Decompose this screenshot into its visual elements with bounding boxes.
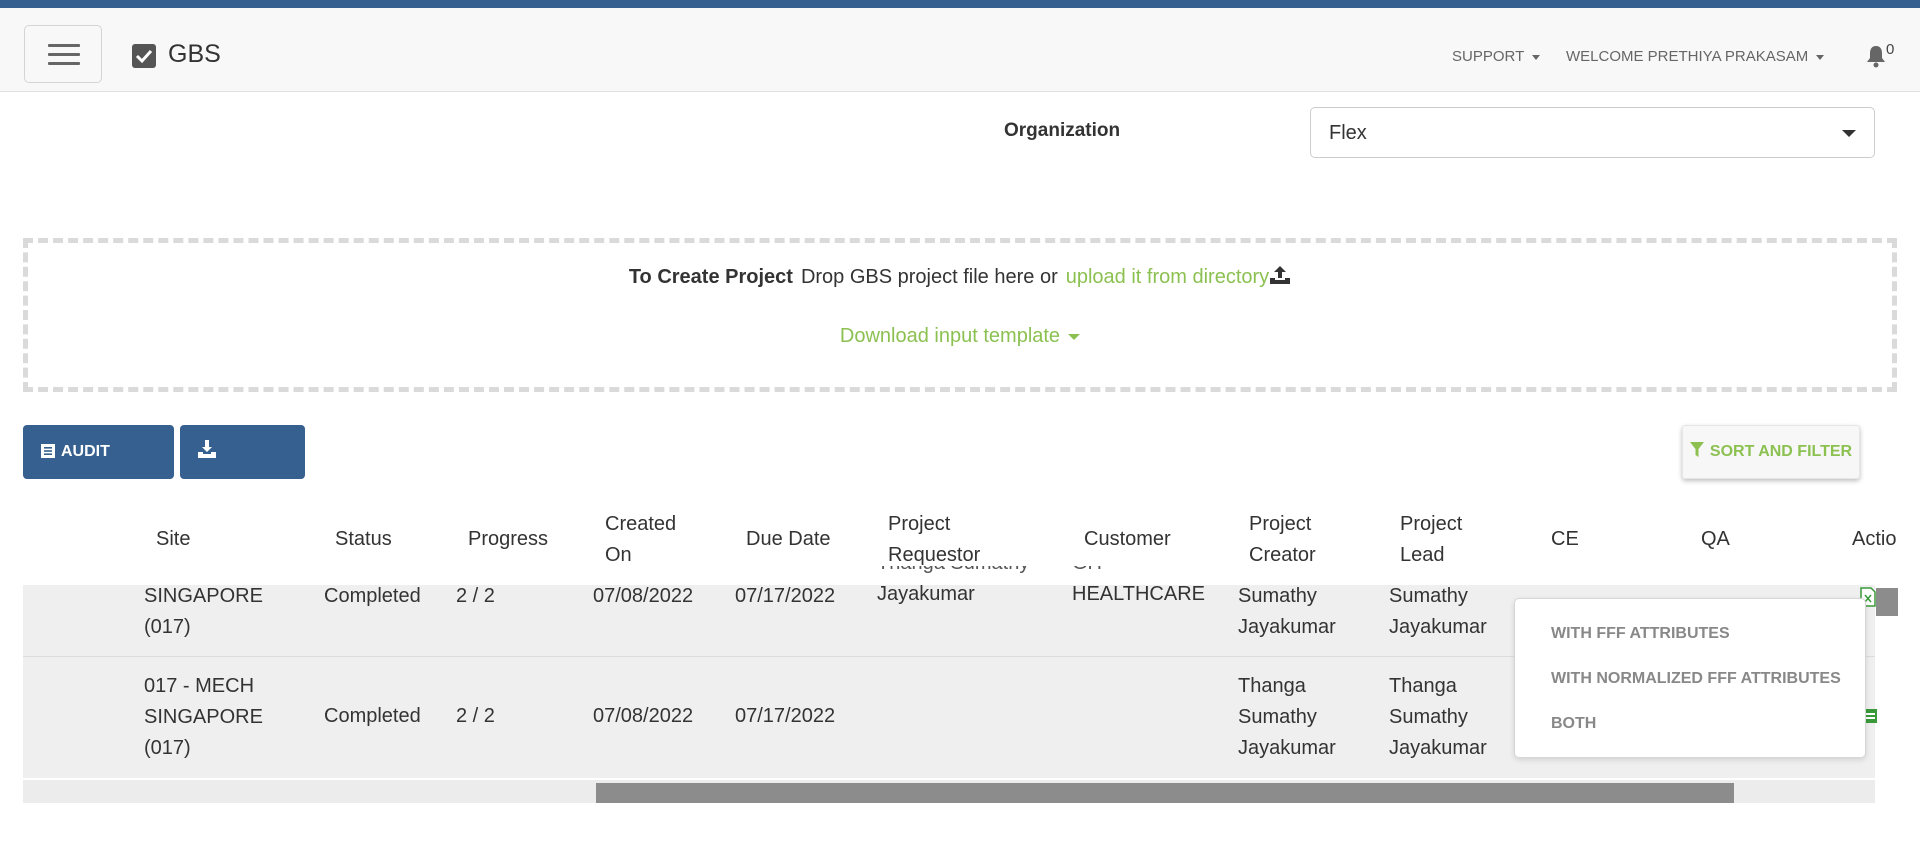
list-icon <box>41 444 55 458</box>
upload-link[interactable]: upload it from directory <box>1066 266 1269 288</box>
sort-filter-button[interactable]: SORT AND FILTER <box>1682 425 1860 479</box>
chevron-down-icon <box>1842 130 1856 137</box>
organization-label: Organization <box>1004 120 1121 141</box>
brand-name[interactable]: GBS <box>168 40 221 69</box>
column-header-action: Actio <box>1852 528 1897 550</box>
export-button[interactable]: EXPORT <box>180 425 305 514</box>
menu-toggle-button[interactable] <box>24 25 102 83</box>
cell-customer: GH HEALTHCARE <box>1072 566 1205 605</box>
column-header-customer[interactable]: Customer <box>1084 524 1171 555</box>
cell-project-requestor: Thanga Sumathy Jayakumar <box>877 566 1029 605</box>
notification-count: 0 <box>1886 41 1895 58</box>
menu-icon <box>48 44 80 47</box>
cell-status: Completed <box>324 585 421 607</box>
cell-site: 017 - MECH SINGAPORE (017) <box>144 675 263 759</box>
upload-icon[interactable] <box>1269 265 1291 285</box>
column-header-due-date[interactable]: Due Date <box>746 524 831 555</box>
organization-select[interactable]: Flex <box>1310 107 1875 158</box>
cell-project-creator: Sumathy Jayakumar <box>1238 585 1336 638</box>
menu-item-with-fff-attributes[interactable]: WITH FFF ATTRIBUTES <box>1551 625 1730 643</box>
cell-project-creator: Thanga Sumathy Jayakumar <box>1238 675 1336 759</box>
horizontal-scrollbar-thumb[interactable] <box>596 783 1734 803</box>
column-header-ce[interactable]: CE <box>1551 524 1579 555</box>
dropzone-heading: To Create Project <box>628 266 793 288</box>
chevron-down-icon <box>1816 54 1825 60</box>
project-dropzone[interactable]: To Create Project Drop GBS project file h… <box>23 238 1897 392</box>
column-header-qa[interactable]: QA <box>1701 524 1730 555</box>
cell-project-lead: Sumathy Jayakumar <box>1389 585 1487 638</box>
cell-created-on: 07/08/2022 <box>593 585 694 607</box>
audit-trail-button[interactable]: AUDIT TRAIL <box>23 425 174 514</box>
column-header-project-creator[interactable]: Project Creator <box>1249 509 1316 571</box>
cell-project-lead: Thanga Sumathy Jayakumar <box>1389 675 1487 759</box>
dropzone-text: Drop GBS project file here or <box>800 266 1058 288</box>
vertical-scrollbar-thumb[interactable] <box>1876 588 1898 616</box>
cell-due-date: 07/17/2022 <box>735 705 836 727</box>
download-template-link[interactable]: Download input template <box>28 325 1892 348</box>
top-accent-bar <box>0 0 1920 8</box>
check-square-icon <box>132 44 156 68</box>
column-header-project-lead[interactable]: Project Lead <box>1400 509 1462 571</box>
navbar: GBS SUPPORT WELCOME PRETHIYA PRAKASAM 0 <box>0 8 1920 92</box>
support-menu[interactable]: SUPPORT <box>1452 48 1541 65</box>
bell-icon[interactable] <box>1864 44 1888 68</box>
menu-item-both[interactable]: BOTH <box>1551 715 1596 733</box>
cell-progress: 2 / 2 <box>456 585 495 607</box>
organization-value: Flex <box>1329 122 1367 144</box>
cell-status: Completed <box>324 705 421 727</box>
column-header-created-on[interactable]: Created On <box>605 509 676 571</box>
filter-icon <box>1689 442 1704 457</box>
column-header-project-requestor[interactable]: Project Requestor <box>888 509 980 571</box>
cell-site: SINGAPORE (017) <box>144 585 263 638</box>
menu-item-with-normalized-fff-attributes[interactable]: WITH NORMALIZED FFF ATTRIBUTES <box>1551 670 1841 688</box>
column-header-status[interactable]: Status <box>335 524 392 555</box>
column-header-progress[interactable]: Progress <box>468 524 548 555</box>
cell-created-on: 07/08/2022 <box>593 705 694 727</box>
cell-due-date: 07/17/2022 <box>735 585 836 607</box>
chevron-down-icon <box>1532 54 1541 60</box>
export-dropdown-menu: WITH FFF ATTRIBUTES WITH NORMALIZED FFF … <box>1514 598 1866 758</box>
cell-progress: 2 / 2 <box>456 705 495 727</box>
chevron-down-icon <box>1068 333 1081 340</box>
user-menu[interactable]: WELCOME PRETHIYA PRAKASAM <box>1566 48 1825 65</box>
column-header-site[interactable]: Site <box>156 524 190 555</box>
download-icon <box>198 440 216 458</box>
